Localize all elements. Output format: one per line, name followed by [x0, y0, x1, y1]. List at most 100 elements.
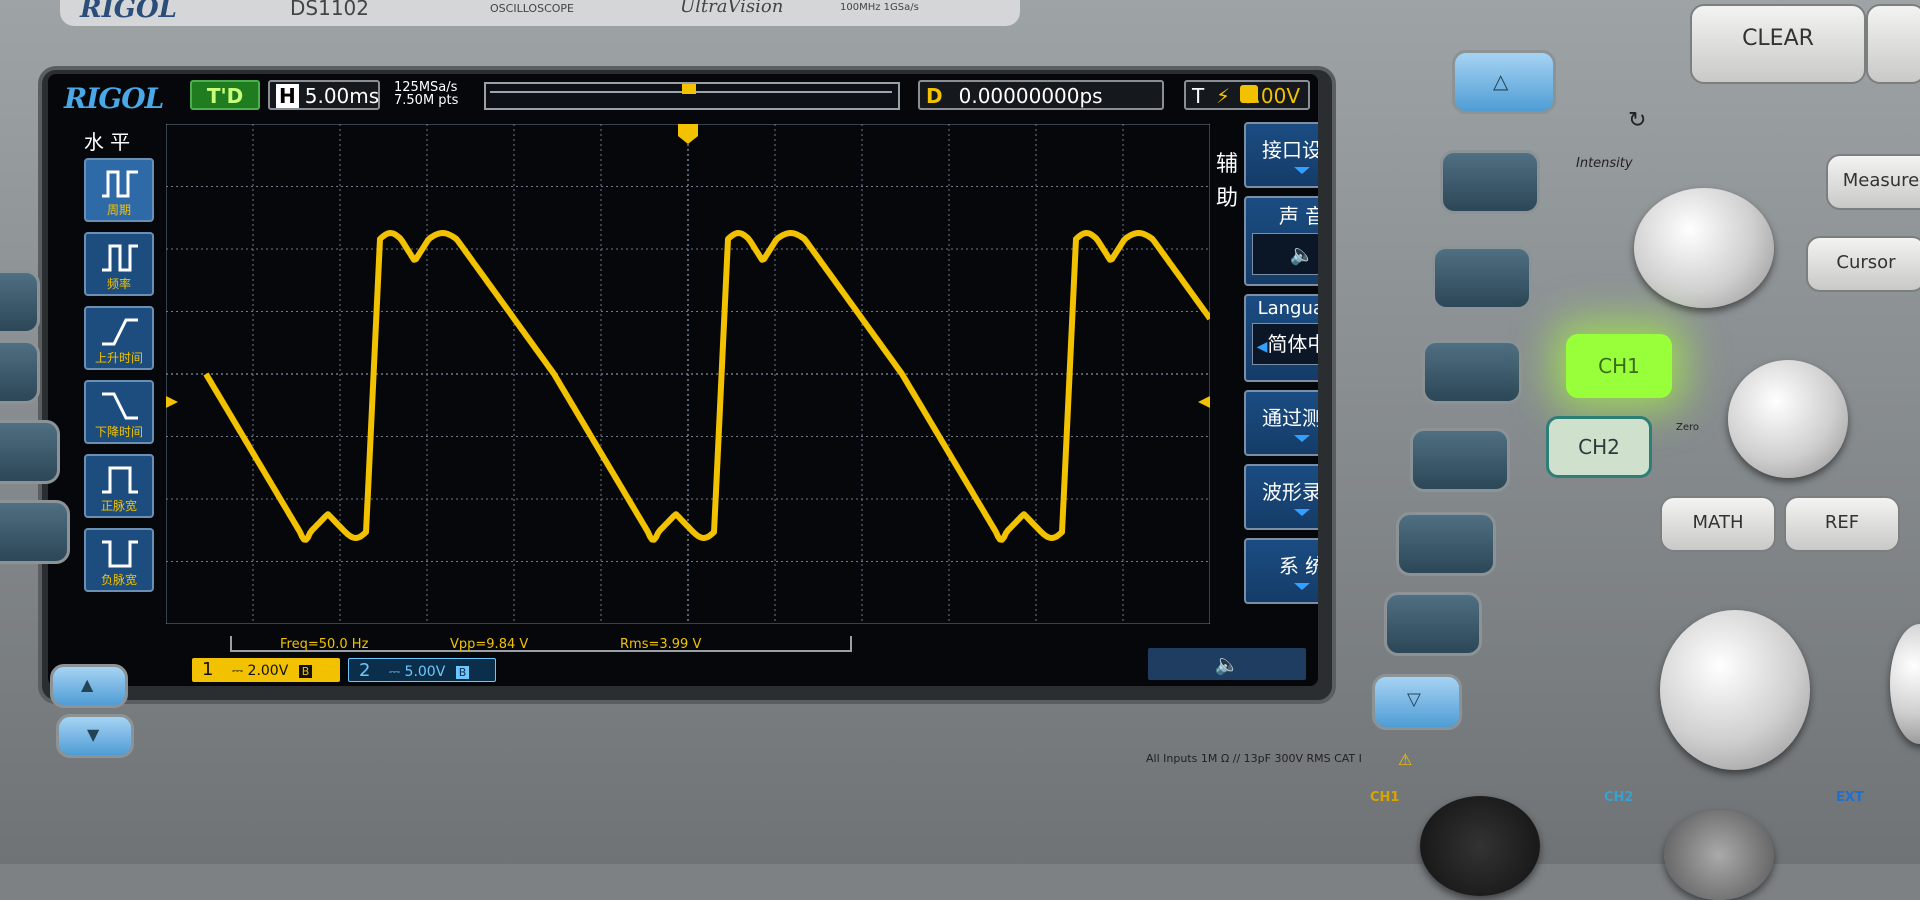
rise-time-icon [102, 318, 138, 346]
auto-button-partial[interactable] [1866, 4, 1920, 84]
measure-frequency-label: 频率 [106, 277, 131, 291]
left-menu-title: 水 平 [83, 130, 131, 154]
waveform-display [166, 124, 1210, 624]
measurement-readouts: Freq=50.0 Hz Vpp=9.84 V Rms=3.99 V [48, 634, 1318, 656]
chevron-down-icon [1294, 167, 1310, 174]
delay-value: 0.00000000ps [958, 84, 1103, 108]
left-down-key[interactable]: ▼ [56, 714, 134, 758]
left-up-key[interactable]: ▲ [50, 664, 128, 708]
ref-button[interactable]: REF [1784, 496, 1900, 552]
measure-positive-width-button[interactable]: 正脉宽 [84, 454, 154, 518]
triangle-up-icon: ▲ [81, 675, 94, 694]
model-name: DS1102 [290, 0, 369, 20]
measure-positive-width-label: 正脉宽 [100, 499, 137, 513]
measure-negative-width-button[interactable]: 负脉宽 [84, 528, 154, 592]
interface-settings-button[interactable]: 接口设置 [1244, 122, 1318, 188]
graticule [166, 124, 1210, 624]
model-strip: RIGOL DS1102 OSCILLOSCOPE UltraVision 10… [60, 0, 1020, 26]
rms-measurement: Rms=3.99 V [620, 637, 702, 652]
negative-width-icon [102, 540, 138, 568]
measure-rise-time-button[interactable]: 上升时间 [84, 306, 154, 370]
bandwidth-limit-icon: B [455, 666, 470, 679]
sound-button[interactable]: 声 音 🔈 [1244, 196, 1318, 286]
trigger-label: T [1192, 84, 1205, 108]
menu-key-1[interactable] [1440, 150, 1540, 214]
clear-label: CLEAR [1742, 26, 1814, 51]
brand-logo: RIGOL [80, 0, 177, 24]
measure-fall-time-button[interactable]: 下降时间 [84, 380, 154, 444]
channel-status-bar: 1 ⎓ 2.00V B 2 ⎓ 5.00V B 🔈 [48, 648, 1318, 686]
dc-coupling-icon: ⎓ [388, 664, 401, 680]
ch1-ground-marker [166, 396, 178, 408]
measure-fall-time-label: 下降时间 [94, 425, 143, 439]
left-side-key-2[interactable] [0, 340, 40, 404]
clear-button[interactable]: CLEAR [1690, 4, 1866, 84]
triangle-up-icon: △ [1493, 69, 1509, 93]
menu-key-2[interactable] [1432, 246, 1532, 310]
waveform-record-label: 波形录制 [1262, 480, 1318, 504]
zero-caption: Zero [1676, 422, 1700, 433]
sound-status-icon: 🔈 [1148, 648, 1306, 680]
pass-fail-button[interactable]: 通过测试 [1244, 390, 1318, 456]
intensity-caption: Intensity [1576, 156, 1633, 171]
ch1-number: 1 [202, 659, 214, 680]
run-state-badge: T'D [190, 80, 260, 110]
chevron-left-icon: ◀ [1256, 339, 1268, 355]
language-value: 简体中文 [1267, 332, 1318, 356]
inputs-rating-label: All Inputs 1M Ω // 13pF 300V RMS CAT I [1146, 752, 1362, 765]
vertical-position-knob[interactable] [1728, 360, 1848, 478]
language-button[interactable]: Language ◀简体中文 [1244, 294, 1318, 382]
ref-label: REF [1824, 512, 1860, 533]
delay-label: D [926, 84, 943, 108]
measure-period-button[interactable]: 周期 [84, 158, 154, 222]
ch1-bnc-connector[interactable] [1420, 796, 1540, 896]
trigger-position-marker [682, 84, 696, 94]
model-specs: 100MHz 1GSa/s [840, 2, 919, 13]
delay-readout: D 0.00000000ps [918, 80, 1164, 110]
triangle-down-icon: ▼ [87, 725, 100, 744]
sample-info: 125MSa/s 7.50M pts [388, 80, 474, 110]
memory-overview-strip [484, 82, 900, 110]
system-label: 系 统 [1278, 554, 1318, 578]
oscilloscope-screen: RIGOL T'D H 5.00ms 125MSa/s 7.50M pts D 0.… [48, 74, 1318, 686]
measure-period-label: 周期 [106, 203, 131, 217]
screen-logo: RIGOL [64, 82, 164, 115]
ch2-button[interactable]: CH2 [1546, 416, 1652, 478]
ch1-scale-badge[interactable]: 1 ⎓ 2.00V B [192, 658, 340, 682]
ext-connector-label: EXT [1836, 790, 1864, 805]
intensity-knob[interactable] [1634, 188, 1774, 308]
left-side-key-1[interactable] [0, 270, 40, 334]
ch1-trace [203, 230, 1210, 543]
system-button[interactable]: 系 统 [1244, 538, 1318, 604]
menu-key-6[interactable] [1384, 592, 1482, 656]
ch2-scale-badge[interactable]: 2 ⎓ 5.00V B [348, 658, 496, 682]
cursor-button[interactable]: Cursor [1806, 236, 1920, 292]
menu-key-4[interactable] [1410, 428, 1510, 492]
menu-up-key[interactable]: △ [1452, 50, 1556, 114]
vertical-scale-knob[interactable] [1660, 610, 1810, 770]
status-bar: RIGOL T'D H 5.00ms 125MSa/s 7.50M pts D 0.… [48, 74, 1318, 118]
measure-frequency-button[interactable]: 频率 [84, 232, 154, 296]
menu-key-3[interactable] [1422, 340, 1522, 404]
measure-rise-time-label: 上升时间 [94, 351, 143, 365]
timebase-label: H [276, 84, 299, 108]
ch2-bnc-connector[interactable] [1664, 810, 1774, 900]
chevron-down-icon [1294, 435, 1310, 442]
frequency-icon [102, 244, 138, 272]
ch1-button[interactable]: CH1 [1566, 334, 1672, 398]
ch2-connector-label: CH2 [1604, 790, 1634, 805]
measure-button[interactable]: Measure [1826, 154, 1920, 210]
menu-down-key[interactable]: ▽ [1372, 674, 1462, 730]
trigger-level-marker [1198, 396, 1210, 408]
left-side-key-3[interactable] [0, 420, 60, 484]
interface-settings-label: 接口设置 [1262, 138, 1318, 162]
vpp-measurement: Vpp=9.84 V [450, 637, 529, 652]
ch1-scale: 2.00V [247, 663, 289, 679]
waveform-record-button[interactable]: 波形录制 [1244, 464, 1318, 530]
ch1-button-label: CH1 [1598, 354, 1640, 378]
math-button[interactable]: MATH [1660, 496, 1776, 552]
menu-key-5[interactable] [1396, 512, 1496, 576]
utility-menu-title-text: 辅助 [1215, 152, 1238, 211]
left-side-key-4[interactable] [0, 500, 70, 564]
period-icon [102, 170, 138, 198]
